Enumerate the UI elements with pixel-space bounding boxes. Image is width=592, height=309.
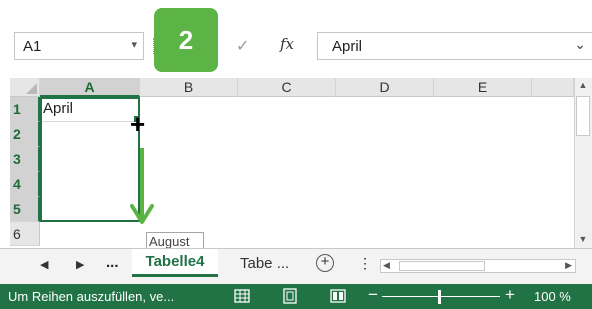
next-sheet-icon[interactable]: ▶ xyxy=(76,258,84,271)
zoom-slider-thumb[interactable] xyxy=(437,290,441,304)
insert-function-icon[interactable]: fx xyxy=(280,35,294,53)
select-all-corner[interactable] xyxy=(10,78,40,97)
scroll-thumb[interactable] xyxy=(576,96,590,136)
row-header-6[interactable]: 6 xyxy=(10,222,40,246)
zoom-out-button[interactable]: − xyxy=(368,285,378,305)
check-icon[interactable]: ✓ xyxy=(236,36,249,56)
worksheet-grid: A B C D E 1 2 3 4 5 6 April + August xyxy=(10,78,592,252)
page-layout-view-icon[interactable] xyxy=(282,288,298,304)
zoom-level[interactable]: 100 % xyxy=(534,289,571,304)
scroll-up-icon[interactable]: ▲ xyxy=(575,80,591,90)
expand-formula-bar-icon[interactable]: ⌄ xyxy=(574,36,586,53)
horizontal-scroll-thumb[interactable] xyxy=(399,261,485,271)
row-header-2[interactable]: 2 xyxy=(10,122,40,147)
column-header-a[interactable]: A xyxy=(40,78,140,97)
tab-tabe[interactable]: Tabe ... xyxy=(240,255,289,272)
column-header-f[interactable] xyxy=(532,78,574,97)
name-box[interactable]: A1 ▾ xyxy=(14,32,144,60)
scroll-right-icon[interactable]: ▶ xyxy=(565,260,572,271)
name-box-value: A1 xyxy=(23,38,42,55)
horizontal-scrollbar[interactable]: ◀ ▶ xyxy=(380,259,576,273)
column-header-b[interactable]: B xyxy=(140,78,238,97)
step-badge: 2 xyxy=(154,8,218,72)
row-header-4[interactable]: 4 xyxy=(10,172,40,197)
column-header-d[interactable]: D xyxy=(336,78,434,97)
scroll-left-icon[interactable]: ◀ xyxy=(383,260,390,271)
formula-bar-area: A1 ▾ ✓ fx April ⌄ 2 xyxy=(0,0,592,78)
vertical-scrollbar[interactable]: ▲ ▼ xyxy=(574,78,592,248)
zoom-in-button[interactable]: + xyxy=(505,285,515,305)
tab-splitter-icon[interactable]: ⋮ xyxy=(358,255,372,272)
row-header-1[interactable]: 1 xyxy=(10,97,40,122)
selection-range xyxy=(40,97,140,222)
drag-down-arrow-icon xyxy=(130,148,154,224)
row-header-5[interactable]: 5 xyxy=(10,197,40,222)
tab-tabelle4[interactable]: Tabelle4 xyxy=(132,249,218,277)
status-bar: Um Reihen auszufüllen, ve... − + 100 % xyxy=(0,284,592,309)
scroll-down-icon[interactable]: ▼ xyxy=(575,234,591,244)
row-header-3[interactable]: 3 xyxy=(10,147,40,172)
more-sheets-button[interactable]: ... xyxy=(106,254,119,271)
add-sheet-icon[interactable]: + xyxy=(316,254,334,272)
column-header-e[interactable]: E xyxy=(434,78,532,97)
formula-input[interactable]: April ⌄ xyxy=(317,32,592,60)
zoom-slider[interactable] xyxy=(382,296,500,297)
sheet-tabs-bar: ◀ ▶ ... Tabelle4 Tabe ... + ⋮ ◀ ▶ xyxy=(0,248,592,284)
normal-view-icon[interactable] xyxy=(234,288,250,304)
page-break-view-icon[interactable] xyxy=(330,288,346,304)
previous-sheet-icon[interactable]: ◀ xyxy=(40,258,48,271)
crosshair-cursor-icon: + xyxy=(130,109,146,139)
column-header-c[interactable]: C xyxy=(238,78,336,97)
status-message: Um Reihen auszufüllen, ve... xyxy=(8,289,175,304)
formula-value: April xyxy=(332,38,363,55)
chevron-down-icon[interactable]: ▾ xyxy=(131,38,137,51)
